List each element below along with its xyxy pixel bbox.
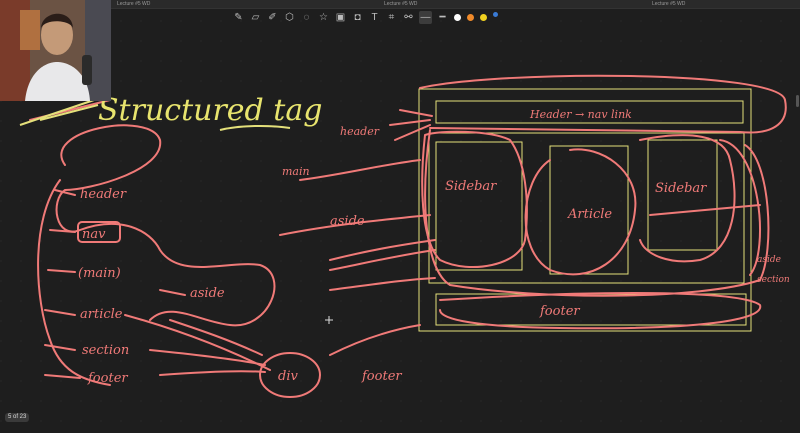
right-note-section: section — [757, 275, 790, 285]
shapes-icon[interactable]: ⬡ — [283, 11, 296, 24]
aside-label: aside — [190, 286, 225, 301]
highlighter-icon[interactable]: ✐ — [266, 11, 279, 24]
footer-arrow-label: footer — [361, 369, 402, 384]
color-yellow-swatch[interactable] — [480, 13, 487, 21]
tab-title-center[interactable]: Lecture #5 WD — [384, 0, 417, 8]
wireframe-sidebar-right-label: Sidebar — [655, 181, 707, 196]
drawing-toolbar: ✎ ▱ ✐ ⬡ ◌ ☆ ▣ ◘ T ⌗ ⚯ — ━ — [232, 9, 499, 25]
aside-arrow-label: aside — [330, 214, 365, 229]
textbox-icon[interactable]: T — [368, 11, 381, 24]
stroke-thin-icon[interactable]: — — [419, 10, 432, 24]
webcam-overlay — [0, 0, 111, 101]
pen-icon[interactable]: ✎ — [232, 11, 245, 24]
scrollbar-thumb[interactable] — [796, 95, 799, 107]
list-header: header — [80, 187, 127, 202]
stroke-thick-icon[interactable]: ━ — [436, 11, 449, 24]
main-label: main — [282, 165, 310, 178]
color-white-swatch[interactable] — [454, 13, 461, 21]
eraser-icon[interactable]: ▱ — [249, 11, 262, 24]
list-main: (main) — [78, 266, 121, 281]
wireframe-sidebar-left-label: Sidebar — [445, 179, 497, 194]
whiteboard-canvas[interactable]: header nav (main) article section footer… — [0, 0, 800, 433]
list-footer: footer — [87, 371, 128, 386]
header-arrow-label: header — [340, 125, 380, 138]
title-bar: Lecture #5 WD Lecture #5 WD Lecture #5 W… — [0, 0, 800, 9]
page-indicator: 5 of 23 — [5, 413, 30, 422]
camera-icon[interactable]: ◘ — [351, 11, 364, 24]
tab-title-left[interactable]: Lecture #5 WD — [117, 0, 150, 8]
list-article: article — [80, 307, 123, 322]
color-blue-swatch[interactable] — [493, 11, 498, 17]
list-nav: nav — [82, 227, 106, 242]
link-icon[interactable]: ⚯ — [402, 11, 415, 24]
lasso-icon[interactable]: ◌ — [300, 11, 313, 24]
tab-title-right[interactable]: Lecture #5 WD — [652, 0, 685, 8]
div-label: div — [278, 369, 298, 384]
scan-icon[interactable]: ⌗ — [385, 11, 398, 24]
color-orange-swatch[interactable] — [467, 13, 474, 21]
wireframe-header-label: Header → nav link — [529, 108, 632, 121]
heading-text: Structured tag — [98, 93, 322, 128]
list-section: section — [82, 343, 129, 358]
wireframe-article-label: Article — [567, 207, 612, 222]
right-note-aside: aside — [757, 255, 781, 265]
image-icon[interactable]: ▣ — [334, 11, 347, 24]
wireframe-footer-label: footer — [539, 304, 580, 319]
sticker-icon[interactable]: ☆ — [317, 11, 330, 24]
